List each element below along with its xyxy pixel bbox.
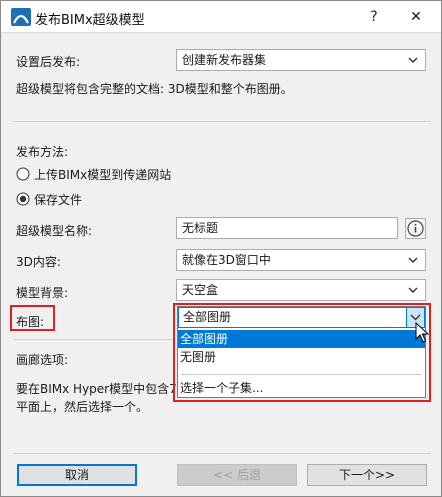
chevron-down-icon	[408, 257, 418, 263]
layout-select-value: 全部图册	[183, 310, 232, 324]
dropdown-separator	[181, 374, 421, 375]
title-bar: 发布BIMx超级模型 ? ✕	[1, 1, 441, 33]
window-title: 发布BIMx超级模型	[35, 13, 145, 28]
next-button[interactable]: 下一个>>	[307, 464, 427, 486]
gallery-options-label: 画廊选项:	[16, 353, 69, 367]
publish-bimx-dialog: 发布BIMx超级模型 ? ✕ 设置后发布: 创建新发布器集 超级模型将包含完整的…	[0, 0, 442, 497]
radio-upload-label[interactable]: 上传BIMx模型到传递网站	[34, 166, 171, 183]
content-value: 就像在3D窗口中	[182, 253, 271, 267]
chevron-down-icon	[408, 287, 418, 293]
layout-label: 布图:	[16, 315, 45, 329]
radio-unchecked-icon[interactable]	[16, 167, 30, 181]
radio-checked-icon[interactable]	[16, 192, 30, 206]
radio-save-label[interactable]: 保存文件	[34, 191, 82, 208]
content-select[interactable]: 就像在3D窗口中	[176, 249, 426, 271]
description-text: 超级模型将包含完整的文档: 3D模型和整个布图册。	[16, 82, 293, 96]
cancel-button[interactable]: 取消	[17, 464, 137, 486]
after-publish-label: 设置后发布:	[16, 55, 81, 69]
close-button[interactable]: ✕	[401, 5, 431, 29]
chevron-down-icon	[408, 57, 418, 63]
publish-method-label: 发布方法:	[16, 145, 69, 159]
layout-select[interactable]: 全部图册	[178, 307, 425, 328]
footer-divider	[13, 453, 431, 454]
info-button[interactable]	[405, 218, 426, 239]
section-divider	[13, 339, 173, 340]
archicad-app-icon	[11, 8, 31, 26]
background-label: 模型背景:	[16, 286, 69, 300]
help-button[interactable]: ?	[361, 5, 387, 29]
back-button[interactable]: << 后退	[177, 464, 297, 486]
section-divider	[13, 121, 431, 122]
hyper-model-note-line1: 要在BIMx Hyper模型中包含7	[16, 382, 177, 396]
background-value: 天空盒	[182, 283, 219, 297]
content-label: 3D内容:	[16, 255, 61, 269]
layout-dropdown[interactable]: 全部图册 全部图册 无图册 选择一个子集...	[177, 306, 426, 398]
dropdown-option-all-books[interactable]: 全部图册	[178, 330, 425, 348]
after-publish-value: 创建新发布器集	[182, 53, 267, 67]
background-select[interactable]: 天空盒	[176, 279, 426, 301]
dropdown-option-no-book[interactable]: 无图册	[178, 348, 425, 366]
dropdown-option-subset[interactable]: 选择一个子集...	[178, 379, 425, 397]
model-name-input[interactable]: 无标题	[176, 217, 398, 239]
info-icon	[407, 220, 424, 237]
after-publish-select[interactable]: 创建新发布器集	[176, 49, 426, 71]
model-name-value: 无标题	[182, 221, 219, 235]
hyper-model-note-line2: 平面上，然后选择一个。	[16, 400, 149, 414]
mouse-pointer-icon	[415, 322, 429, 343]
model-name-label: 超级模型名称:	[16, 224, 93, 238]
